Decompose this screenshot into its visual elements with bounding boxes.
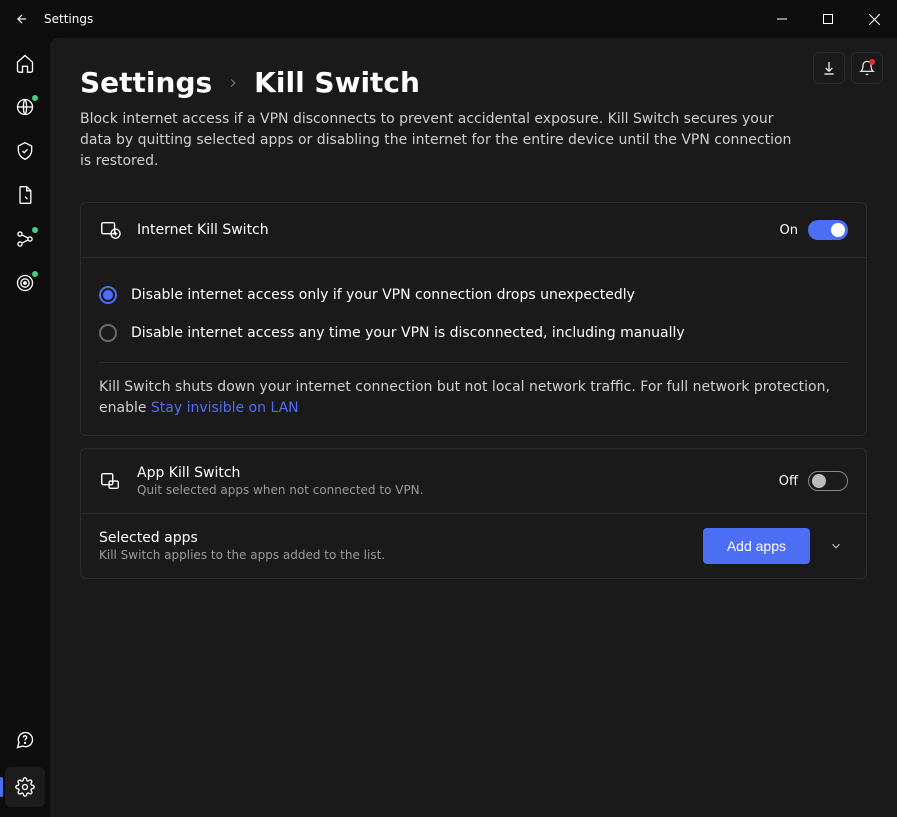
add-apps-button[interactable]: Add apps: [703, 528, 810, 564]
radio-unselected-icon: [99, 324, 117, 342]
breadcrumb: Settings Kill Switch: [80, 66, 867, 99]
kill-switch-note: Kill Switch shuts down your internet con…: [99, 362, 848, 419]
internet-kill-switch-toggle[interactable]: [808, 220, 848, 240]
status-dot: [32, 271, 38, 277]
ks-option-label: Disable internet access only if your VPN…: [131, 287, 635, 303]
ks-option-unexpected[interactable]: Disable internet access only if your VPN…: [99, 276, 848, 314]
minimize-button[interactable]: [759, 0, 805, 38]
download-update-icon[interactable]: [813, 52, 845, 84]
selected-apps-title: Selected apps: [99, 530, 689, 546]
app-kill-switch-icon: [99, 470, 121, 492]
sidebar: [0, 38, 50, 817]
selected-apps-subtitle: Kill Switch applies to the apps added to…: [99, 548, 689, 562]
chevron-right-icon: [226, 76, 240, 90]
app-kill-switch-toggle[interactable]: [808, 471, 848, 491]
maximize-button[interactable]: [805, 0, 851, 38]
target-icon[interactable]: [14, 272, 36, 294]
stay-invisible-lan-link[interactable]: Stay invisible on LAN: [151, 400, 299, 416]
window-controls: [759, 0, 897, 38]
page-title: Kill Switch: [254, 66, 420, 99]
ks-option-always[interactable]: Disable internet access any time your VP…: [99, 314, 848, 352]
page-description: Block internet access if a VPN disconnec…: [80, 109, 800, 172]
breadcrumb-root[interactable]: Settings: [80, 66, 212, 99]
shield-icon[interactable]: [14, 140, 36, 162]
internet-kill-switch-card: Internet Kill Switch On Disable internet…: [80, 202, 867, 436]
globe-icon[interactable]: [14, 96, 36, 118]
network-icon[interactable]: [14, 228, 36, 250]
app-kill-switch-subtitle: Quit selected apps when not connected to…: [137, 483, 763, 497]
close-button[interactable]: [851, 0, 897, 38]
internet-kill-switch-title: Internet Kill Switch: [137, 222, 764, 238]
radio-selected-icon: [99, 286, 117, 304]
titlebar: Settings: [0, 0, 897, 38]
app-kill-switch-title: App Kill Switch: [137, 465, 763, 481]
expand-apps-icon[interactable]: [824, 534, 848, 558]
home-icon[interactable]: [14, 52, 36, 74]
app-kill-switch-state: Off: [779, 474, 798, 489]
ks-option-label: Disable internet access any time your VP…: [131, 325, 685, 341]
internet-kill-switch-icon: [99, 219, 121, 241]
window-title: Settings: [44, 12, 93, 26]
file-icon[interactable]: [14, 184, 36, 206]
internet-kill-switch-state: On: [780, 223, 798, 238]
notifications-icon[interactable]: [851, 52, 883, 84]
settings-icon[interactable]: [5, 767, 45, 807]
app-kill-switch-card: App Kill Switch Quit selected apps when …: [80, 448, 867, 579]
back-button[interactable]: [8, 5, 36, 33]
help-icon[interactable]: [14, 729, 36, 751]
status-dot: [32, 227, 38, 233]
status-dot: [32, 95, 38, 101]
main-panel: Settings Kill Switch Block internet acce…: [50, 38, 897, 817]
